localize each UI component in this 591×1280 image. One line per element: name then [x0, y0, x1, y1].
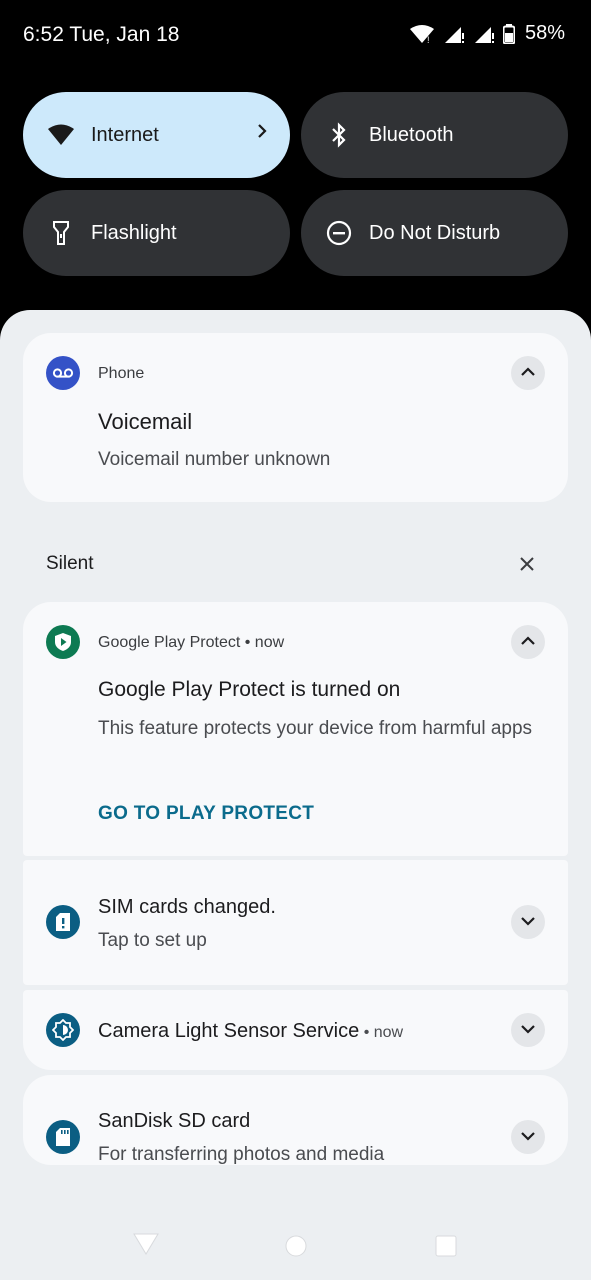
notification-title: Google Play Protect is turned on [98, 678, 401, 701]
tile-label: Bluetooth [369, 123, 454, 146]
voicemail-icon [46, 356, 80, 390]
expand-button[interactable] [511, 1013, 545, 1047]
notification-title: SIM cards changed. [98, 896, 276, 918]
status-bar: 6:52 Tue, Jan 18 ! 58% [0, 0, 591, 70]
chevron-down-icon [520, 913, 536, 931]
notification-title: Camera Light Sensor Service [98, 1020, 360, 1042]
signal-icon [443, 24, 465, 44]
notification-time: now [373, 1024, 404, 1041]
signal-icon-2 [473, 24, 495, 44]
notification-camera-light-sensor[interactable]: Camera Light Sensor Service • now [23, 990, 568, 1070]
sim-alert-icon [46, 905, 80, 939]
notification-sd-card[interactable]: SanDisk SD card For transferring photos … [23, 1075, 568, 1165]
notification-body: Voicemail number unknown [98, 449, 331, 470]
do-not-disturb-icon [325, 219, 353, 247]
wifi-status-icon: ! [409, 24, 435, 44]
back-button[interactable] [133, 1233, 159, 1260]
battery-icon [502, 23, 515, 44]
separator-dot: • [363, 1024, 374, 1041]
notification-title: SanDisk SD card [98, 1110, 251, 1132]
go-to-play-protect-button[interactable]: GO TO PLAY PROTECT [98, 803, 314, 825]
collapse-button[interactable] [511, 625, 545, 659]
recents-button[interactable] [435, 1235, 457, 1262]
section-label-silent: Silent [46, 553, 94, 574]
close-icon [517, 557, 537, 578]
notification-body: Tap to set up [98, 930, 207, 951]
notification-header: Camera Light Sensor Service • now [98, 1020, 403, 1043]
wifi-icon [47, 121, 75, 149]
notification-time: now [254, 634, 285, 651]
chevron-up-icon [520, 633, 536, 651]
tile-flashlight[interactable]: Flashlight [23, 190, 290, 276]
tile-bluetooth[interactable]: Bluetooth [301, 92, 568, 178]
notification-sim-changed[interactable]: SIM cards changed. Tap to set up [23, 860, 568, 985]
clear-silent-button[interactable] [517, 554, 537, 574]
notification-title: Voicemail [98, 409, 193, 434]
notification-play-protect[interactable]: Google Play Protect • now Google Play Pr… [23, 602, 568, 856]
status-time: 6:52 Tue, Jan 18 [23, 23, 180, 46]
separator-dot: • [244, 634, 255, 651]
tile-do-not-disturb[interactable]: Do Not Disturb [301, 190, 568, 276]
notification-body: This feature protects your device from h… [98, 718, 533, 739]
tile-label: Do Not Disturb [369, 221, 501, 244]
notification-body: For transferring photos and media [98, 1144, 385, 1165]
notification-voicemail[interactable]: Phone Voicemail Voicemail number unknown [23, 333, 568, 502]
tile-internet[interactable]: Internet [23, 92, 290, 178]
sd-card-icon [46, 1120, 80, 1154]
collapse-button[interactable] [511, 356, 545, 390]
app-name: Google Play Protect [98, 634, 241, 651]
light-sensor-icon [46, 1013, 80, 1047]
expand-button[interactable] [511, 1120, 545, 1154]
play-protect-icon [46, 625, 80, 659]
tile-label: Flashlight [91, 221, 177, 244]
chevron-down-icon [520, 1128, 536, 1146]
flashlight-icon [47, 219, 75, 247]
tile-label: Internet [91, 123, 159, 146]
expand-button[interactable] [511, 905, 545, 939]
chevron-down-icon [520, 1021, 536, 1039]
chevron-up-icon [520, 364, 536, 382]
app-name: Phone [98, 365, 145, 382]
battery-percent: 58% [524, 22, 565, 44]
bluetooth-icon [325, 121, 353, 149]
app-name-with-time: Google Play Protect • now [98, 634, 284, 652]
navigation-bar [0, 1220, 591, 1280]
chevron-right-icon [256, 122, 268, 145]
svg-text:!: ! [427, 35, 430, 44]
status-icons: ! 58% [409, 22, 565, 45]
home-button[interactable] [285, 1235, 307, 1262]
